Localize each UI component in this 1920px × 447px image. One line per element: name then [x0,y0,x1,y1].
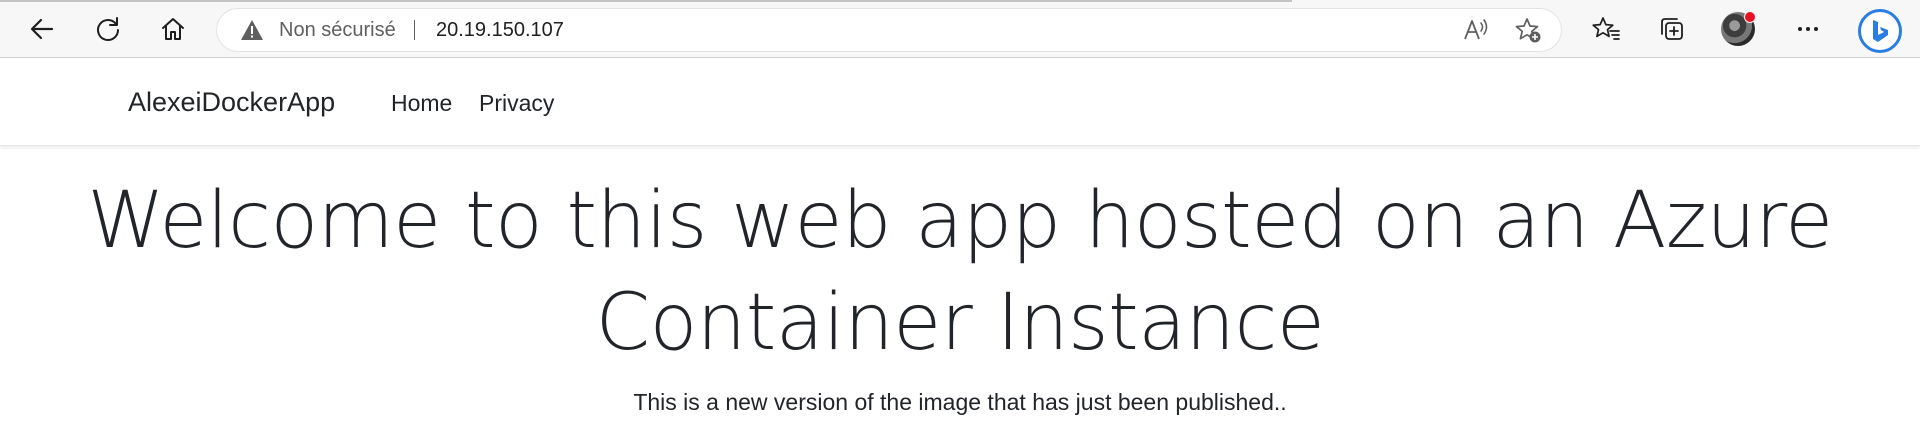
more-icon [1798,27,1818,31]
notification-badge [1744,11,1756,23]
site-navbar: AlexeiDockerApp Home Privacy [0,59,1920,146]
page-title-line-2: Container Instance [595,278,1325,368]
add-favorite-button[interactable] [1512,14,1544,46]
home-icon [162,18,184,40]
refresh-button[interactable] [88,9,128,49]
nav-link-home[interactable]: Home [391,89,452,117]
bing-button[interactable] [1856,7,1904,55]
read-aloud-icon [1464,19,1488,40]
profile-button[interactable] [1718,9,1758,49]
avatar [1721,11,1756,46]
home-button[interactable] [153,9,193,49]
site-brand[interactable]: AlexeiDockerApp [128,86,335,118]
collections-icon [1661,18,1683,40]
page-load-progress [0,0,1292,2]
page-title-line-1: Welcome to this web app hosted on an Azu… [87,176,1833,266]
warning-triangle-icon[interactable] [240,19,264,41]
url-text[interactable]: 20.19.150.107 [436,19,564,41]
nav-link-privacy[interactable]: Privacy [479,89,554,117]
read-aloud-button[interactable] [1460,14,1492,46]
refresh-icon [97,17,119,41]
more-button[interactable] [1788,9,1828,49]
browser-toolbar: Non sécurisé 20.19.150.107 [0,0,1920,58]
address-bar[interactable]: Non sécurisé 20.19.150.107 [216,8,1562,52]
favorites-icon [1592,17,1620,40]
collections-button[interactable] [1652,9,1692,49]
page-title: Welcome to this web app hosted on an Azu… [0,170,1920,374]
back-arrow-icon [30,18,54,40]
back-button[interactable] [22,9,62,49]
security-status[interactable]: Non sécurisé [279,19,396,41]
page-subtitle: This is a new version of the image that … [633,389,1287,415]
favorites-button[interactable] [1586,9,1626,49]
bing-icon [1858,9,1902,53]
add-favorite-icon [1515,18,1541,43]
address-separator [414,20,415,40]
